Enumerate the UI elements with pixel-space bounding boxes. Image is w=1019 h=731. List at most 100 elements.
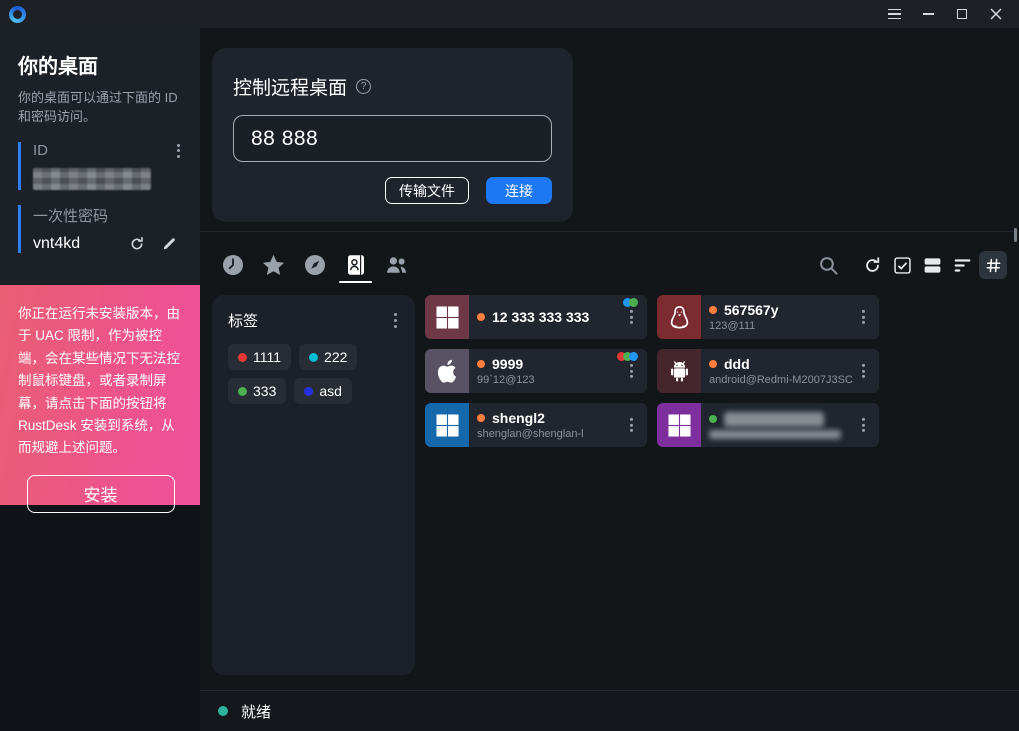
tab-discovered[interactable] <box>302 249 327 281</box>
main-area: 控制远程桌面 ? 传输文件 连接 <box>200 28 1019 731</box>
grid-view-icon[interactable] <box>979 251 1007 279</box>
peer-actions <box>815 246 1007 284</box>
transfer-file-button[interactable]: 传输文件 <box>385 177 469 204</box>
your-desktop-section: 你的桌面 你的桌面可以通过下面的 ID 和密码访问。 ID 一次性密码 vnt4… <box>0 28 200 285</box>
titlebar <box>0 0 1019 28</box>
password-label: 一次性密码 <box>33 208 108 225</box>
peer-status-dot <box>477 414 485 422</box>
tag-chip[interactable]: 333 <box>228 378 286 404</box>
peer-card[interactable]: 9999 99`12@123 <box>425 349 647 393</box>
sidebar-subtitle: 你的桌面可以通过下面的 ID 和密码访问。 <box>18 89 184 127</box>
tags-menu-button[interactable] <box>390 311 401 329</box>
sidebar: 你的桌面 你的桌面可以通过下面的 ID 和密码访问。 ID 一次性密码 vnt4… <box>0 28 200 731</box>
peer-card[interactable] <box>657 403 879 447</box>
tag-label: 333 <box>253 383 276 399</box>
install-button[interactable]: 安装 <box>27 475 175 513</box>
peer-os-icon <box>425 295 469 339</box>
tag-chip[interactable]: 222 <box>299 344 357 370</box>
peer-tag-dots <box>626 298 638 307</box>
id-menu-button[interactable] <box>173 142 184 160</box>
hamburger-menu-icon[interactable] <box>877 0 911 28</box>
peer-menu-button[interactable] <box>626 308 637 326</box>
close-icon[interactable] <box>979 0 1013 28</box>
id-label: ID <box>33 142 48 159</box>
peer-tabs <box>220 246 409 284</box>
sidebar-title: 你的桌面 <box>18 50 184 79</box>
peer-hostname: android@Redmi-M2007J3SC <box>709 374 879 386</box>
id-field: ID <box>18 142 184 190</box>
peer-os-icon <box>657 403 701 447</box>
search-icon[interactable] <box>815 252 841 278</box>
tag-label: 222 <box>324 349 347 365</box>
tab-favorites[interactable] <box>261 249 286 281</box>
peer-hostname <box>709 430 841 439</box>
peer-card[interactable]: 567567y 123@111 <box>657 295 879 339</box>
peer-name: 9999 <box>492 356 523 372</box>
peer-status-dot <box>709 360 717 368</box>
peer-name: shengl2 <box>492 410 545 426</box>
tags-panel: 标签 1111 222 333 asd <box>212 295 415 675</box>
peer-card[interactable]: ddd android@Redmi-M2007J3SC <box>657 349 879 393</box>
card-view-icon[interactable] <box>919 252 945 278</box>
tab-groups[interactable] <box>384 249 409 281</box>
scrollbar-thumb[interactable] <box>1014 228 1017 242</box>
peer-name <box>724 412 824 427</box>
refresh-icon[interactable] <box>859 252 885 278</box>
peer-menu-button[interactable] <box>858 416 869 434</box>
maximize-icon[interactable] <box>945 0 979 28</box>
install-warning-text: 你正在运行未安装版本，由于 UAC 限制，作为被控端，会在某些情况下无法控制鼠标… <box>18 303 183 460</box>
peer-os-icon <box>425 403 469 447</box>
peer-menu-button[interactable] <box>626 416 637 434</box>
sort-by-icon[interactable] <box>949 252 975 278</box>
panel-title: 控制远程桌面 <box>233 73 347 100</box>
rustdesk-logo-icon <box>9 6 26 23</box>
tag-chip[interactable]: 1111 <box>228 344 291 370</box>
peer-menu-button[interactable] <box>626 362 637 380</box>
install-warning-panel: 你正在运行未安装版本，由于 UAC 限制，作为被控端，会在某些情况下无法控制鼠标… <box>0 285 200 505</box>
help-icon[interactable]: ? <box>356 79 371 94</box>
section-divider <box>200 231 1019 232</box>
tags-title: 标签 <box>228 310 258 331</box>
tag-chip[interactable]: asd <box>294 378 352 404</box>
peer-card[interactable]: shengl2 shenglan@shenglan-l <box>425 403 647 447</box>
peer-name: 12 333 333 333 <box>492 309 589 325</box>
peer-hostname: shenglan@shenglan-l <box>477 428 647 440</box>
peer-info: ddd android@Redmi-M2007J3SC <box>701 349 879 393</box>
peer-menu-button[interactable] <box>858 362 869 380</box>
tag-color-dot <box>238 387 247 396</box>
tag-chip-list: 1111 222 333 asd <box>228 344 401 404</box>
password-value: vnt4kd <box>33 235 80 253</box>
tag-color-dot <box>304 387 313 396</box>
peer-status-dot <box>477 360 485 368</box>
minimize-icon[interactable] <box>911 0 945 28</box>
connection-status-dot <box>218 706 228 716</box>
remote-id-input[interactable] <box>233 115 552 162</box>
peer-name: ddd <box>724 356 750 372</box>
peer-name: 567567y <box>724 302 779 318</box>
peer-hostname: 123@111 <box>709 320 879 332</box>
peer-info: 12 333 333 333 <box>469 295 647 339</box>
peer-os-icon <box>657 349 701 393</box>
peer-status-dot <box>477 313 485 321</box>
peer-menu-button[interactable] <box>858 308 869 326</box>
peer-grid: 12 333 333 333 567567y 123@111 <box>425 295 879 447</box>
peer-info <box>701 403 879 447</box>
peer-card[interactable]: 12 333 333 333 <box>425 295 647 339</box>
peer-hostname: 99`12@123 <box>477 374 647 386</box>
rustdesk-window: 你的桌面 你的桌面可以通过下面的 ID 和密码访问。 ID 一次性密码 vnt4… <box>0 0 1019 731</box>
select-checkbox-icon[interactable] <box>889 252 915 278</box>
tab-recent-sessions[interactable] <box>220 249 245 281</box>
connection-status-text: 就绪 <box>241 701 271 722</box>
edit-password-icon[interactable] <box>161 235 178 252</box>
connect-button[interactable]: 连接 <box>486 177 552 204</box>
peer-status-dot <box>709 415 717 423</box>
control-remote-desktop-panel: 控制远程桌面 ? 传输文件 连接 <box>212 48 573 222</box>
tag-color-dot <box>238 353 247 362</box>
tag-label: asd <box>319 383 342 399</box>
peer-info: 567567y 123@111 <box>701 295 879 339</box>
id-value-redacted <box>33 168 151 190</box>
peer-os-icon <box>657 295 701 339</box>
tab-address-book[interactable] <box>343 249 368 281</box>
tag-color-dot <box>309 353 318 362</box>
refresh-password-icon[interactable] <box>128 235 146 253</box>
